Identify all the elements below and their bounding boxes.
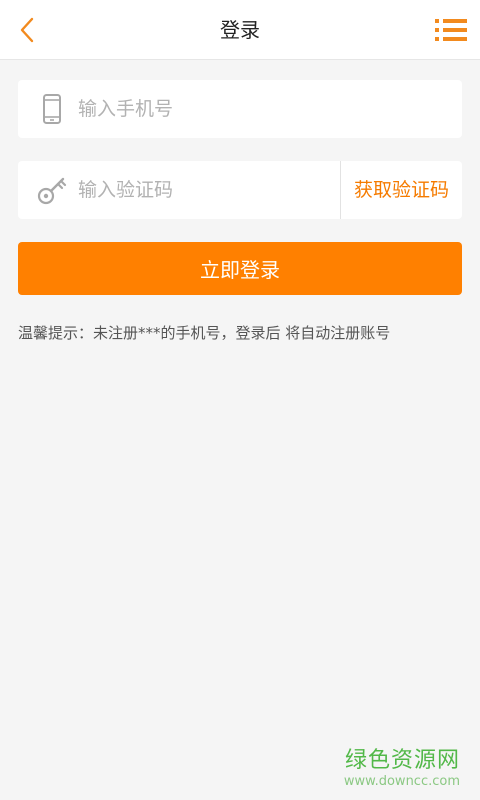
- list-menu-icon: [435, 19, 467, 41]
- menu-button[interactable]: [434, 16, 468, 44]
- login-button[interactable]: 立即登录: [18, 242, 462, 295]
- key-icon: [37, 177, 67, 205]
- hint-text: 温馨提示：未注册***的手机号，登录后 将自动注册账号: [18, 324, 391, 342]
- get-code-button[interactable]: 获取验证码: [341, 161, 462, 219]
- top-bar: 登录: [0, 0, 480, 60]
- page-title: 登录: [220, 18, 260, 42]
- code-field: 获取验证码: [18, 161, 462, 219]
- watermark-url: www.downcc.com: [343, 774, 460, 789]
- verification-code-input[interactable]: [78, 161, 338, 219]
- watermark: 绿色资源网 www.downcc.com: [344, 748, 460, 790]
- watermark-name: 绿色资源网: [344, 748, 460, 773]
- chevron-left-icon: [20, 17, 34, 43]
- back-button[interactable]: [14, 16, 40, 44]
- phone-field: [18, 80, 462, 138]
- phone-input[interactable]: [78, 80, 448, 138]
- mobile-phone-icon: [43, 94, 61, 124]
